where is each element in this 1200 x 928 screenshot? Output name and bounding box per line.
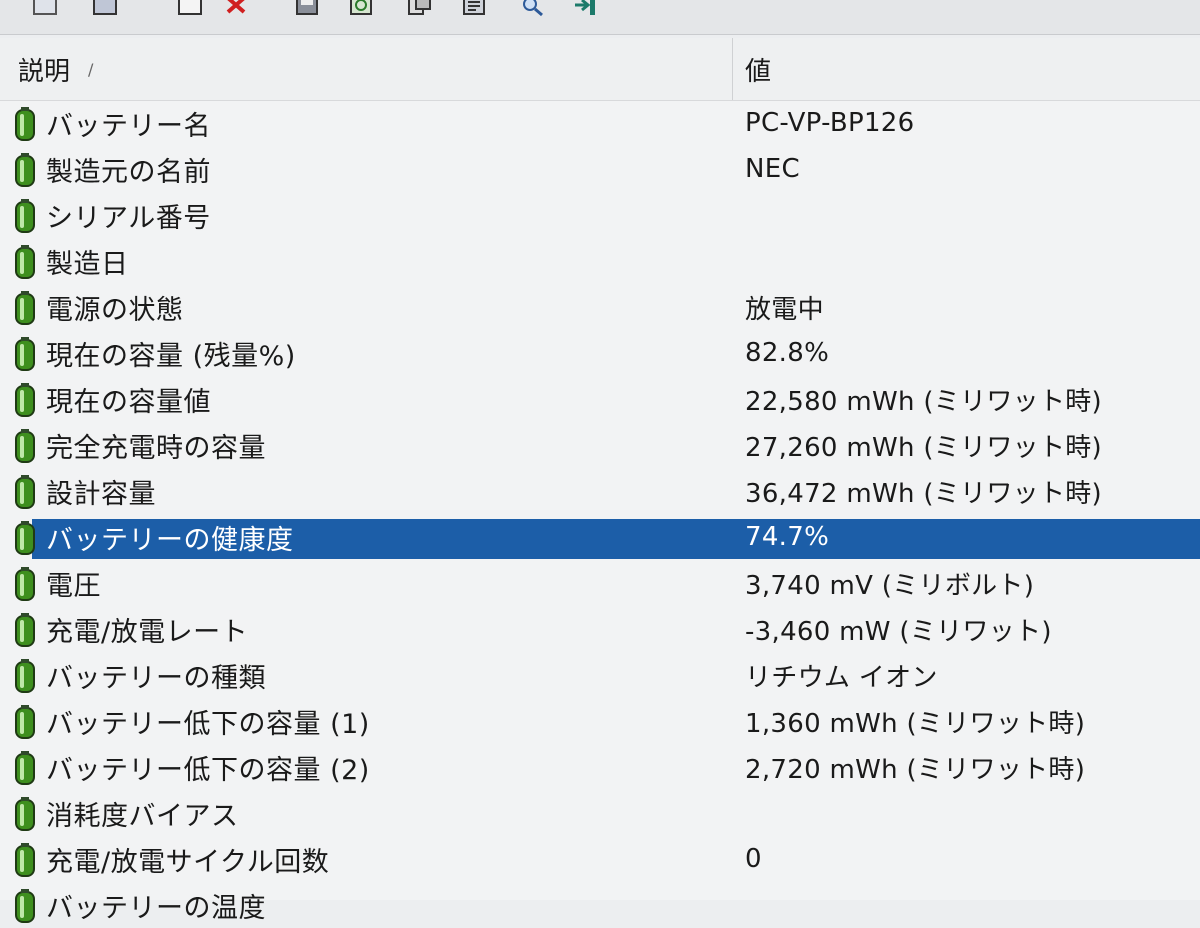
item-value: NEC xyxy=(745,154,800,184)
list-item[interactable]: 設計容量 36,472 mWh (ミリワット時) xyxy=(0,468,1200,514)
copy-icon[interactable] xyxy=(405,0,435,20)
item-label: 電圧 xyxy=(46,570,101,602)
view-icon[interactable] xyxy=(30,0,60,20)
column-header-value-label: 値 xyxy=(745,56,772,87)
battery-icon xyxy=(15,659,35,693)
item-label: バッテリーの健康度 xyxy=(46,524,294,556)
list-item[interactable]: 消耗度バイアス xyxy=(0,790,1200,836)
battery-icon xyxy=(15,429,35,463)
list-item[interactable]: 電源の状態 放電中 xyxy=(0,284,1200,330)
column-header-description-label: 説明 xyxy=(18,56,71,87)
list-item[interactable]: バッテリー名 PC-VP-BP126 xyxy=(0,100,1200,146)
item-label: バッテリーの温度 xyxy=(46,892,266,924)
list-item[interactable]: バッテリー低下の容量 (1) 1,360 mWh (ミリワット時) xyxy=(0,698,1200,744)
item-value: 82.8% xyxy=(745,338,830,368)
battery-icon xyxy=(15,107,35,141)
column-header-value[interactable]: 値 xyxy=(745,38,1185,100)
item-value: 放電中 xyxy=(745,294,824,325)
exit-icon[interactable] xyxy=(570,0,600,20)
item-value: PC-VP-BP126 xyxy=(745,108,915,138)
item-label: バッテリー低下の容量 (1) xyxy=(46,708,370,740)
item-label: 設計容量 xyxy=(46,478,156,510)
list-rows: バッテリー名 PC-VP-BP126 製造元の名前 NEC シリアル番号 製造日 電… xyxy=(0,100,1200,928)
battery-icon xyxy=(15,705,35,739)
item-label: 消耗度バイアス xyxy=(46,800,239,832)
battery-icon xyxy=(15,797,35,831)
item-label: バッテリーの種類 xyxy=(46,662,266,694)
window-icon[interactable] xyxy=(175,0,205,20)
item-label: バッテリー低下の容量 (2) xyxy=(46,754,370,786)
item-label: 製造元の名前 xyxy=(46,156,211,188)
battery-icon xyxy=(15,889,35,923)
item-label: 現在の容量 (残量%) xyxy=(46,340,296,372)
battery-icon xyxy=(15,153,35,187)
item-value: 27,260 mWh (ミリワット時) xyxy=(745,432,1103,463)
list-item[interactable]: バッテリーの温度 xyxy=(0,882,1200,928)
item-label: バッテリー名 xyxy=(46,110,211,142)
battery-icon xyxy=(15,521,35,555)
list-item[interactable]: 電圧 3,740 mV (ミリボルト) xyxy=(0,560,1200,606)
sort-indicator-icon: / xyxy=(88,59,94,79)
item-value: 2,720 mWh (ミリワット時) xyxy=(745,754,1086,785)
list-item[interactable]: 製造元の名前 NEC xyxy=(0,146,1200,192)
item-value: 1,360 mWh (ミリワット時) xyxy=(745,708,1086,739)
battery-icon xyxy=(15,337,35,371)
list-item[interactable]: バッテリーの種類 リチウム イオン xyxy=(0,652,1200,698)
item-value: リチウム イオン xyxy=(745,662,938,693)
battery-icon xyxy=(15,245,35,279)
item-value: 36,472 mWh (ミリワット時) xyxy=(745,478,1103,509)
refresh-icon[interactable] xyxy=(347,0,377,20)
list-item[interactable]: 現在の容量 (残量%) 82.8% xyxy=(0,330,1200,376)
battery-icon xyxy=(15,843,35,877)
item-label: 電源の状態 xyxy=(46,294,184,326)
item-label: 充電/放電レート xyxy=(46,616,249,648)
battery-icon xyxy=(15,475,35,509)
list-header: 説明 / 値 xyxy=(0,38,1200,101)
item-label: 製造日 xyxy=(46,248,129,280)
item-label: シリアル番号 xyxy=(46,202,211,234)
battery-info-list: 説明 / 値 バッテリー名 PC-VP-BP126 製造元の名前 NEC シリアル番… xyxy=(0,38,1200,924)
item-value: 74.7% xyxy=(745,522,830,552)
battery-icon xyxy=(15,383,35,417)
item-label: 完全充電時の容量 xyxy=(46,432,266,464)
list-item[interactable]: シリアル番号 xyxy=(0,192,1200,238)
battery-icon xyxy=(15,613,35,647)
list-item[interactable]: 製造日 xyxy=(0,238,1200,284)
battery-icon xyxy=(15,291,35,325)
list-item[interactable]: 現在の容量値 22,580 mWh (ミリワット時) xyxy=(0,376,1200,422)
item-label: 充電/放電サイクル回数 xyxy=(46,846,330,878)
delete-icon[interactable] xyxy=(222,0,252,20)
list-item[interactable]: 充電/放電サイクル回数 0 xyxy=(0,836,1200,882)
save-icon[interactable] xyxy=(293,0,323,20)
column-header-description[interactable]: 説明 / xyxy=(18,38,718,100)
list-item[interactable]: 完全充電時の容量 27,260 mWh (ミリワット時) xyxy=(0,422,1200,468)
view-icon-2[interactable] xyxy=(90,0,120,20)
item-value: -3,460 mW (ミリワット) xyxy=(745,616,1052,647)
battery-icon xyxy=(15,199,35,233)
item-value: 22,580 mWh (ミリワット時) xyxy=(745,386,1103,417)
list-item[interactable]: 充電/放電レート -3,460 mW (ミリワット) xyxy=(0,606,1200,652)
battery-icon xyxy=(15,567,35,601)
item-value: 3,740 mV (ミリボルト) xyxy=(745,570,1035,601)
column-separator[interactable] xyxy=(732,38,733,100)
toolbar xyxy=(0,0,1200,35)
search-icon[interactable] xyxy=(518,0,548,20)
item-value: 0 xyxy=(745,844,762,874)
item-label: 現在の容量値 xyxy=(46,386,211,418)
list-item[interactable]: バッテリーの健康度 74.7% xyxy=(0,514,1200,560)
list-item[interactable]: バッテリー低下の容量 (2) 2,720 mWh (ミリワット時) xyxy=(0,744,1200,790)
properties-icon[interactable] xyxy=(460,0,490,20)
battery-icon xyxy=(15,751,35,785)
